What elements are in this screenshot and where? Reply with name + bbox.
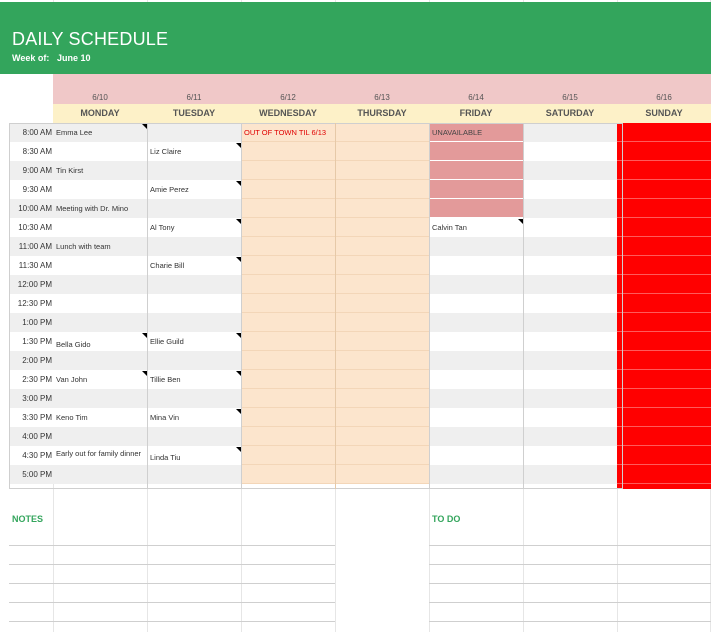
- day-header-row: MONDAY TUESDAY WEDNESDAY THURSDAY FRIDAY…: [53, 104, 711, 123]
- date-sunday[interactable]: 6/16: [617, 93, 711, 102]
- schedule-entry[interactable]: Ellie Guild: [150, 337, 184, 346]
- comment-indicator-icon[interactable]: [236, 447, 241, 452]
- schedule-entry[interactable]: Early out for family dinner: [56, 449, 144, 458]
- comment-indicator-icon[interactable]: [236, 219, 241, 224]
- todo-line[interactable]: [429, 545, 711, 546]
- schedule-entry[interactable]: Amie Perez: [150, 185, 189, 194]
- schedule-entry[interactable]: Lunch with team: [56, 242, 111, 251]
- page-title: DAILY SCHEDULE: [12, 29, 169, 49]
- out-of-town-label[interactable]: OUT OF TOWN TIL 6/13: [244, 128, 326, 137]
- schedule-entry[interactable]: Calvin Tan: [432, 223, 467, 232]
- schedule-entry[interactable]: Liz Claire: [150, 147, 181, 156]
- sunday-gridlines: [617, 123, 711, 489]
- date-tuesday[interactable]: 6/11: [147, 93, 241, 102]
- notes-label: NOTES: [12, 514, 44, 524]
- comment-indicator-icon[interactable]: [142, 124, 147, 129]
- schedule-entry[interactable]: Bella Gido: [56, 340, 91, 349]
- comment-indicator-icon[interactable]: [236, 333, 241, 338]
- notes-line[interactable]: [9, 583, 335, 584]
- date-wednesday[interactable]: 6/12: [241, 93, 335, 102]
- week-label: Week of:: [12, 53, 50, 63]
- divider: [241, 123, 242, 489]
- todo-line[interactable]: [429, 564, 711, 565]
- notes-line[interactable]: [9, 564, 335, 565]
- comment-indicator-icon[interactable]: [518, 219, 523, 224]
- schedule-entry[interactable]: Charie Bill: [150, 261, 184, 270]
- day-sunday[interactable]: SUNDAY: [617, 108, 711, 118]
- grid-border: [9, 123, 623, 489]
- divider: [147, 123, 148, 489]
- day-saturday[interactable]: SATURDAY: [523, 108, 617, 118]
- todo-line[interactable]: [429, 583, 711, 584]
- divider: [523, 123, 524, 489]
- comment-indicator-icon[interactable]: [236, 257, 241, 262]
- comment-indicator-icon[interactable]: [236, 181, 241, 186]
- date-friday[interactable]: 6/14: [429, 93, 523, 102]
- day-monday[interactable]: MONDAY: [53, 108, 147, 118]
- date-saturday[interactable]: 6/15: [523, 93, 617, 102]
- schedule-entry[interactable]: Meeting with Dr. Mino: [56, 204, 128, 213]
- divider: [429, 123, 430, 489]
- notes-line[interactable]: [9, 545, 335, 546]
- day-tuesday[interactable]: TUESDAY: [147, 108, 241, 118]
- schedule-entry[interactable]: Tillie Ben: [150, 375, 181, 384]
- day-wednesday[interactable]: WEDNESDAY: [241, 108, 335, 118]
- date-monday[interactable]: 6/10: [53, 93, 147, 102]
- date-thursday[interactable]: 6/13: [335, 93, 429, 102]
- notes-line[interactable]: [9, 602, 335, 603]
- comment-indicator-icon[interactable]: [236, 409, 241, 414]
- schedule-entry[interactable]: Mina Vin: [150, 413, 179, 422]
- comment-indicator-icon[interactable]: [236, 371, 241, 376]
- schedule-entry[interactable]: Keno Tim: [56, 413, 88, 422]
- todo-line[interactable]: [429, 602, 711, 603]
- schedule-entry[interactable]: Tin Kirst: [56, 166, 83, 175]
- schedule-entry[interactable]: Linda Tiu: [150, 453, 180, 462]
- day-thursday[interactable]: THURSDAY: [335, 108, 429, 118]
- comment-indicator-icon[interactable]: [236, 143, 241, 148]
- comment-indicator-icon[interactable]: [142, 333, 147, 338]
- todo-line[interactable]: [429, 621, 711, 622]
- week-value[interactable]: June 10: [57, 53, 91, 63]
- unavailable-label[interactable]: UNAVAILABLE: [432, 128, 482, 137]
- divider: [335, 123, 336, 489]
- day-friday[interactable]: FRIDAY: [429, 108, 523, 118]
- schedule-entry[interactable]: Al Tony: [150, 223, 174, 232]
- schedule-entry[interactable]: Van John: [56, 375, 87, 384]
- date-header-row: 6/10 6/11 6/12 6/13 6/14 6/15 6/16: [53, 74, 711, 104]
- todo-label: TO DO: [432, 514, 461, 524]
- header-band: DAILY SCHEDULE Week of: June 10: [0, 2, 711, 74]
- notes-line[interactable]: [9, 621, 335, 622]
- schedule-entry[interactable]: Emma Lee: [56, 128, 92, 137]
- comment-indicator-icon[interactable]: [142, 371, 147, 376]
